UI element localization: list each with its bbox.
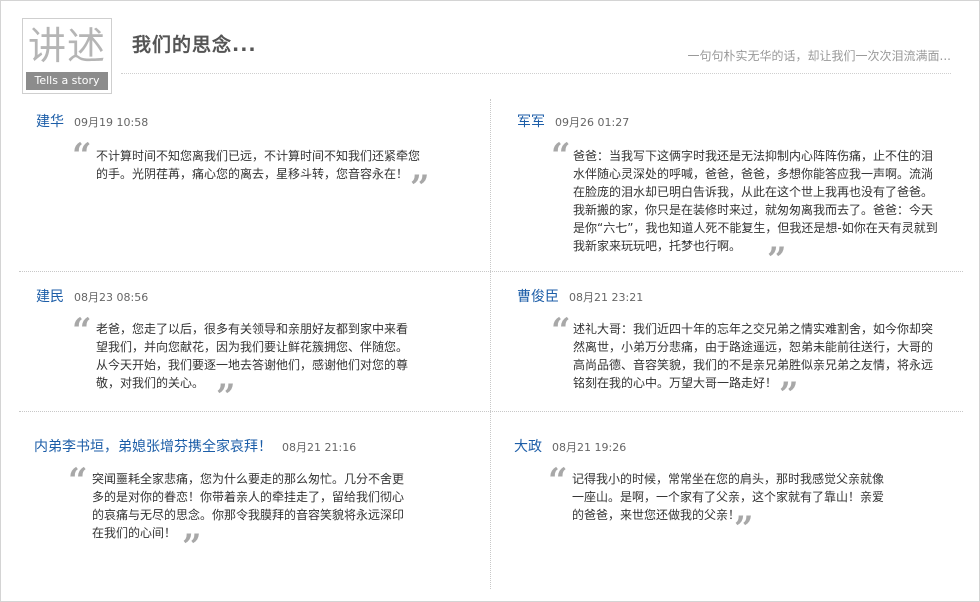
quote-close-icon: ” (216, 377, 236, 417)
post-time: 08月21 23:21 (569, 291, 644, 304)
tells-a-story-logo: 讲述 Tells a story (22, 18, 112, 94)
entry-header: 建华 09月19 10:58 (36, 111, 148, 131)
quote-close-icon: ” (410, 168, 430, 208)
quote-close-icon: ” (779, 375, 799, 415)
post-time: 09月26 01:27 (555, 116, 630, 129)
message-text: 不计算时间不知您离我们已远，不计算时间不知我们还紧牵您的手。光阴荏苒，痛心您的离… (96, 149, 421, 181)
header-divider (121, 73, 951, 74)
quote-close-icon: ” (767, 240, 787, 280)
row-divider (19, 411, 963, 412)
page-tagline: 一句句朴实无华的话，却让我们一次次泪流满面... (687, 49, 951, 63)
page-frame: 讲述 Tells a story 我们的思念... 一句句朴实无华的话，却让我们… (0, 0, 980, 602)
quote-open-icon: “ (551, 311, 571, 351)
message-entry: 军军 09月26 01:27 “ 爸爸：当我写下这俩字时我还是无法抑制内心阵阵伤痛… (517, 111, 957, 277)
row-divider (19, 271, 963, 272)
entry-header: 内弟李书垣，弟媳张增芬携全家哀拜！ 08月21 21:16 (34, 436, 356, 456)
post-time: 08月23 08:56 (74, 291, 149, 304)
message-entry: 曹俊臣 08月21 23:21 “ 述礼大哥：我们近四十年的忘年之交兄弟之情实难割… (517, 286, 957, 412)
column-divider (490, 99, 491, 589)
message-text: 爸爸：当我写下这俩字时我还是无法抑制内心阵阵伤痛，止不住的泪水伴随心灵深处的呼喊… (573, 149, 938, 253)
entry-header: 曹俊臣 08月21 23:21 (517, 286, 643, 306)
author-name-link[interactable]: 内弟李书垣，弟媳张增芬携全家哀拜！ (34, 439, 272, 455)
logo-glyphs: 讲述 (27, 24, 106, 68)
message-entry: 内弟李书垣，弟媳张增芬携全家哀拜！ 08月21 21:16 “ 突闻噩耗全家悲痛，… (34, 436, 474, 566)
post-time: 08月21 21:16 (282, 441, 357, 454)
quote-open-icon: “ (551, 136, 571, 176)
quote-close-icon: ” (182, 527, 202, 567)
quote-open-icon: “ (548, 461, 568, 501)
message-entry: 建民 08月23 08:56 “ 老爸，您走了以后，很多有关领导和亲朋好友都到家中… (36, 286, 466, 414)
author-name-link[interactable]: 曹俊臣 (517, 289, 559, 305)
quote-open-icon: “ (68, 461, 88, 501)
author-name-link[interactable]: 军军 (517, 114, 545, 130)
author-name-link[interactable]: 建民 (36, 289, 64, 305)
author-name-link[interactable]: 建华 (36, 114, 64, 130)
post-time: 08月21 19:26 (552, 441, 627, 454)
message-text: 突闻噩耗全家悲痛，您为什么要走的那么匆忙。几分不舍更多的是对你的眷恋！你带着亲人… (92, 472, 405, 540)
message-entry: 大政 08月21 19:26 “ 记得我小的时候，常常坐在您的肩头，那时我感觉父亲… (514, 436, 954, 546)
entry-header: 大政 08月21 19:26 (514, 436, 626, 456)
entry-header: 军军 09月26 01:27 (517, 111, 629, 131)
logo-caption: Tells a story (26, 72, 108, 90)
author-name-link[interactable]: 大政 (514, 439, 542, 455)
quote-open-icon: “ (72, 311, 92, 351)
quote-close-icon: ” (734, 509, 754, 549)
message-text: 记得我小的时候，常常坐在您的肩头，那时我感觉父亲就像一座山。是啊，一个家有了父亲… (572, 472, 885, 522)
message-text: 述礼大哥：我们近四十年的忘年之交兄弟之情实难割舍，如今你却突然离世，小弟万分悲痛… (573, 322, 934, 390)
entry-header: 建民 08月23 08:56 (36, 286, 148, 306)
page-title: 我们的思念... (132, 34, 257, 56)
message-entry: 建华 09月19 10:58 “ 不计算时间不知您离我们已远，不计算时间不知我们还… (36, 111, 466, 261)
message-text: 老爸，您走了以后，很多有关领导和亲朋好友都到家中来看望我们，并向您献花，因为我们… (96, 322, 409, 390)
quote-open-icon: “ (72, 136, 92, 176)
post-time: 09月19 10:58 (74, 116, 149, 129)
